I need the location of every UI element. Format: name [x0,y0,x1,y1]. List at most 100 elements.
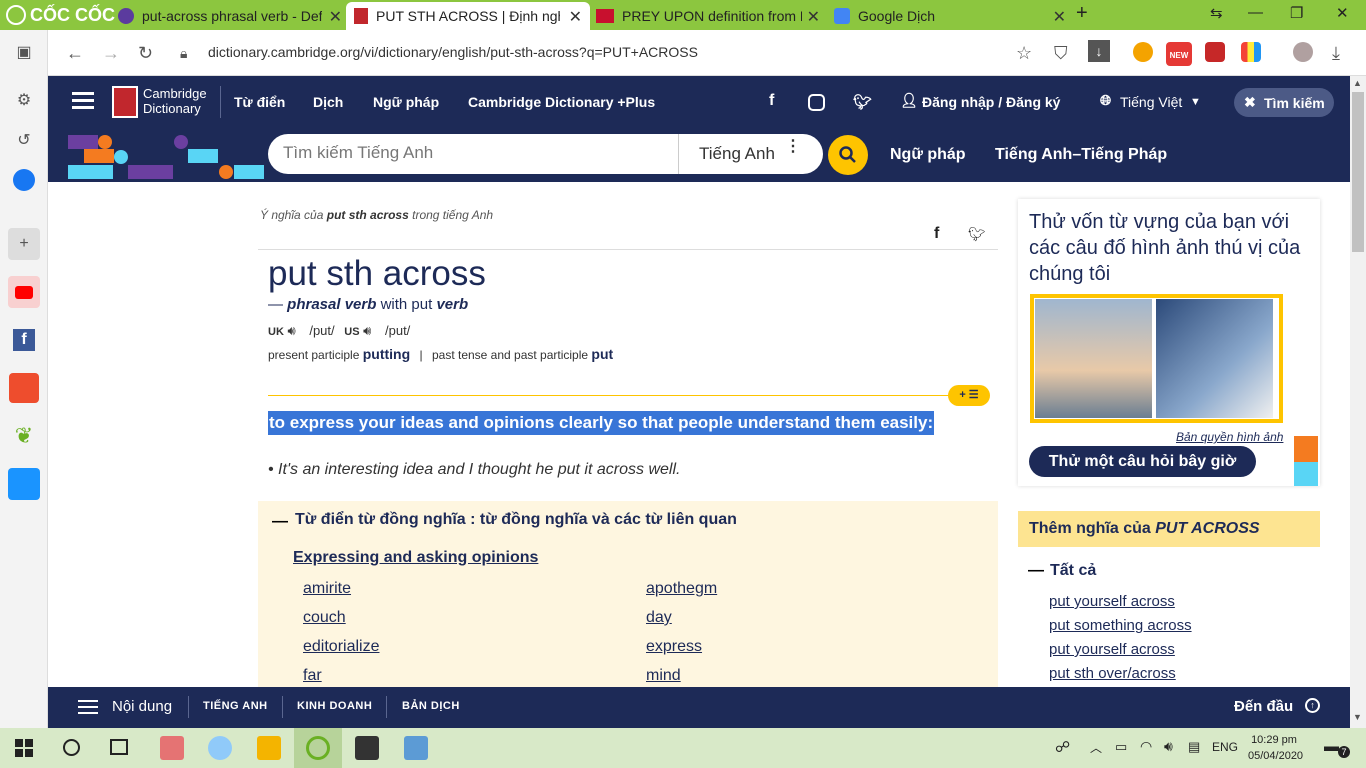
browser-tab-2[interactable]: PUT STH ACROSS | Định nghĩa ✕ [346,2,590,30]
input-language[interactable]: ENG [1212,740,1238,754]
battery-icon[interactable]: ▭ [1115,739,1127,755]
bottom-link-business[interactable]: KINH DOANH [297,700,372,712]
close-window-icon[interactable]: ✕ [1336,4,1349,22]
all-meanings-label[interactable]: Tất cả [1050,562,1096,580]
language-selector[interactable]: Tiếng Việt [1120,94,1182,110]
search-input[interactable] [283,143,663,163]
thesaurus-word[interactable]: couch [303,609,346,627]
back-to-top-link[interactable]: Đến đầu [1234,698,1293,715]
avatar[interactable] [1293,42,1313,62]
instagram-icon[interactable] [808,94,825,111]
meaning-link[interactable]: put something across [1049,617,1192,634]
nav-plus[interactable]: Cambridge Dictionary +Plus [468,94,655,110]
us-audio-icon[interactable]: 🔊︎ [363,323,371,338]
collapse-icon[interactable]: — [272,513,288,531]
add-icon[interactable]: + [8,228,40,260]
scroll-up-icon[interactable]: ▲ [1353,78,1362,88]
search-button[interactable] [828,135,868,175]
arrow-up-icon[interactable]: ↑ [1305,698,1320,713]
nav-translate[interactable]: Dịch [313,94,343,110]
extension-red-icon[interactable] [1205,42,1225,62]
people-icon[interactable]: ☍ [1055,738,1070,756]
thesaurus-word[interactable]: apothegm [646,580,717,598]
taskbar-app-icon[interactable] [355,736,379,760]
thesaurus-word[interactable]: day [646,609,672,627]
taskbar-app-icon[interactable] [404,736,428,760]
collapse-icon[interactable]: — [1028,562,1044,580]
thesaurus-title[interactable]: Từ điển từ đồng nghĩa : từ đồng nghĩa và… [295,511,737,529]
back-icon[interactable]: ← [66,43,84,64]
meaning-link[interactable]: put yourself across [1049,593,1175,610]
clock[interactable]: 10:29 pm 05/04/2020 [1248,732,1303,764]
grammar-link[interactable]: Ngữ pháp [890,146,966,164]
english-french-link[interactable]: Tiếng Anh–Tiếng Pháp [995,146,1167,164]
close-tab-icon[interactable]: ✕ [807,7,820,27]
contents-menu-icon[interactable] [78,700,98,702]
hamburger-menu-icon[interactable] [72,92,94,95]
facebook-icon[interactable]: f [769,92,774,110]
close-tab-icon[interactable]: ✕ [329,7,342,27]
quiz-image-frame[interactable] [1030,294,1283,423]
facebook-icon[interactable]: f [8,324,40,356]
page-scrollbar[interactable]: ▲ ▼ [1350,76,1366,728]
browser-tab-1[interactable]: put-across phrasal verb - Defi ✕ [110,2,350,30]
shopee-icon[interactable] [8,372,40,404]
share-facebook-icon[interactable]: f [934,225,939,243]
expand-sense-button[interactable]: + ☰ [948,385,990,406]
volume-icon[interactable]: 🔊︎ [1164,738,1173,755]
chevron-up-icon[interactable]: ︿ [1090,739,1102,756]
reload-icon[interactable]: ↻ [138,43,153,64]
close-tab-icon[interactable]: ✕ [1053,7,1066,27]
nav-dictionary[interactable]: Từ điển [234,94,285,110]
download-extension-icon[interactable]: ↓ [1088,40,1110,62]
contents-link[interactable]: Nội dung [112,698,172,715]
messenger-icon[interactable] [8,164,40,196]
meaning-link[interactable]: put sth over/across [1049,665,1176,682]
youtube-icon[interactable] [8,276,40,308]
settings-icon[interactable]: ⚙ [8,84,40,116]
notifications-icon[interactable]: ▬ [1324,738,1339,755]
windows-start-icon[interactable] [15,739,33,757]
history-icon[interactable]: ↺ [8,124,40,156]
taskbar-app-icon[interactable] [208,736,232,760]
twitter-icon[interactable]: 🐦︎ [853,93,872,111]
thesaurus-category[interactable]: Expressing and asking opinions [293,549,538,567]
extension-circle-icon[interactable] [1133,42,1153,62]
share-twitter-icon[interactable]: 🐦︎ [968,226,986,243]
forward-icon[interactable]: → [102,43,120,64]
thesaurus-word[interactable]: mind [646,667,681,685]
image-credits-link[interactable]: Bản quyền hình ảnh [1176,430,1283,444]
minimize-icon[interactable]: — [1248,4,1263,21]
uk-audio-icon[interactable]: 🔊︎ [288,323,296,338]
bookmark-star-icon[interactable]: ☆ [1016,43,1032,64]
taskbar-active-app[interactable] [294,728,342,768]
sidebar-toggle-icon[interactable]: ▣ [8,36,40,68]
dictionary-selector[interactable]: Tiếng Anh ⋮ [678,134,823,174]
thesaurus-word[interactable]: editorialize [303,638,379,656]
cambridge-shield-icon[interactable] [112,86,138,118]
thesaurus-word[interactable]: express [646,638,702,656]
search-toggle-button[interactable]: ✖ Tìm kiếm [1234,88,1334,117]
site-logo[interactable]: Cambridge Dictionary [143,86,207,116]
meaning-link[interactable]: put yourself across [1049,641,1175,658]
coccoc-logo[interactable]: CỐC CỐC [6,3,115,27]
bottom-link-english[interactable]: TIẾNG ANH [203,700,268,712]
restore-icon[interactable]: ❐ [1290,4,1303,22]
extension-colors-icon[interactable] [1241,42,1261,62]
nav-grammar[interactable]: Ngữ pháp [373,94,439,110]
bottom-link-translation[interactable]: BẢN DỊCH [402,700,460,712]
url-field[interactable]: dictionary.cambridge.org/vi/dictionary/e… [208,44,698,60]
wifi-icon[interactable]: ◠ [1140,738,1152,755]
shield-icon[interactable]: ⛉ [1054,43,1068,64]
browser-tab-3[interactable]: PREY UPON definition from M ✕ [588,2,828,30]
scrollbar-thumb[interactable] [1352,92,1364,252]
new-badge-icon[interactable]: NEW [1166,42,1192,66]
scroll-down-icon[interactable]: ▼ [1353,712,1362,722]
thesaurus-word[interactable]: far [303,667,322,685]
keyboard-icon[interactable]: ▤ [1188,739,1200,755]
taskbar-app-icon[interactable] [160,736,184,760]
quiz-button[interactable]: Thử một câu hỏi bây giờ [1029,446,1256,477]
new-tab-button[interactable]: + [1076,2,1088,25]
close-tab-icon[interactable]: ✕ [569,7,582,27]
browser-tab-4[interactable]: Google Dịch ✕ [826,2,1074,30]
